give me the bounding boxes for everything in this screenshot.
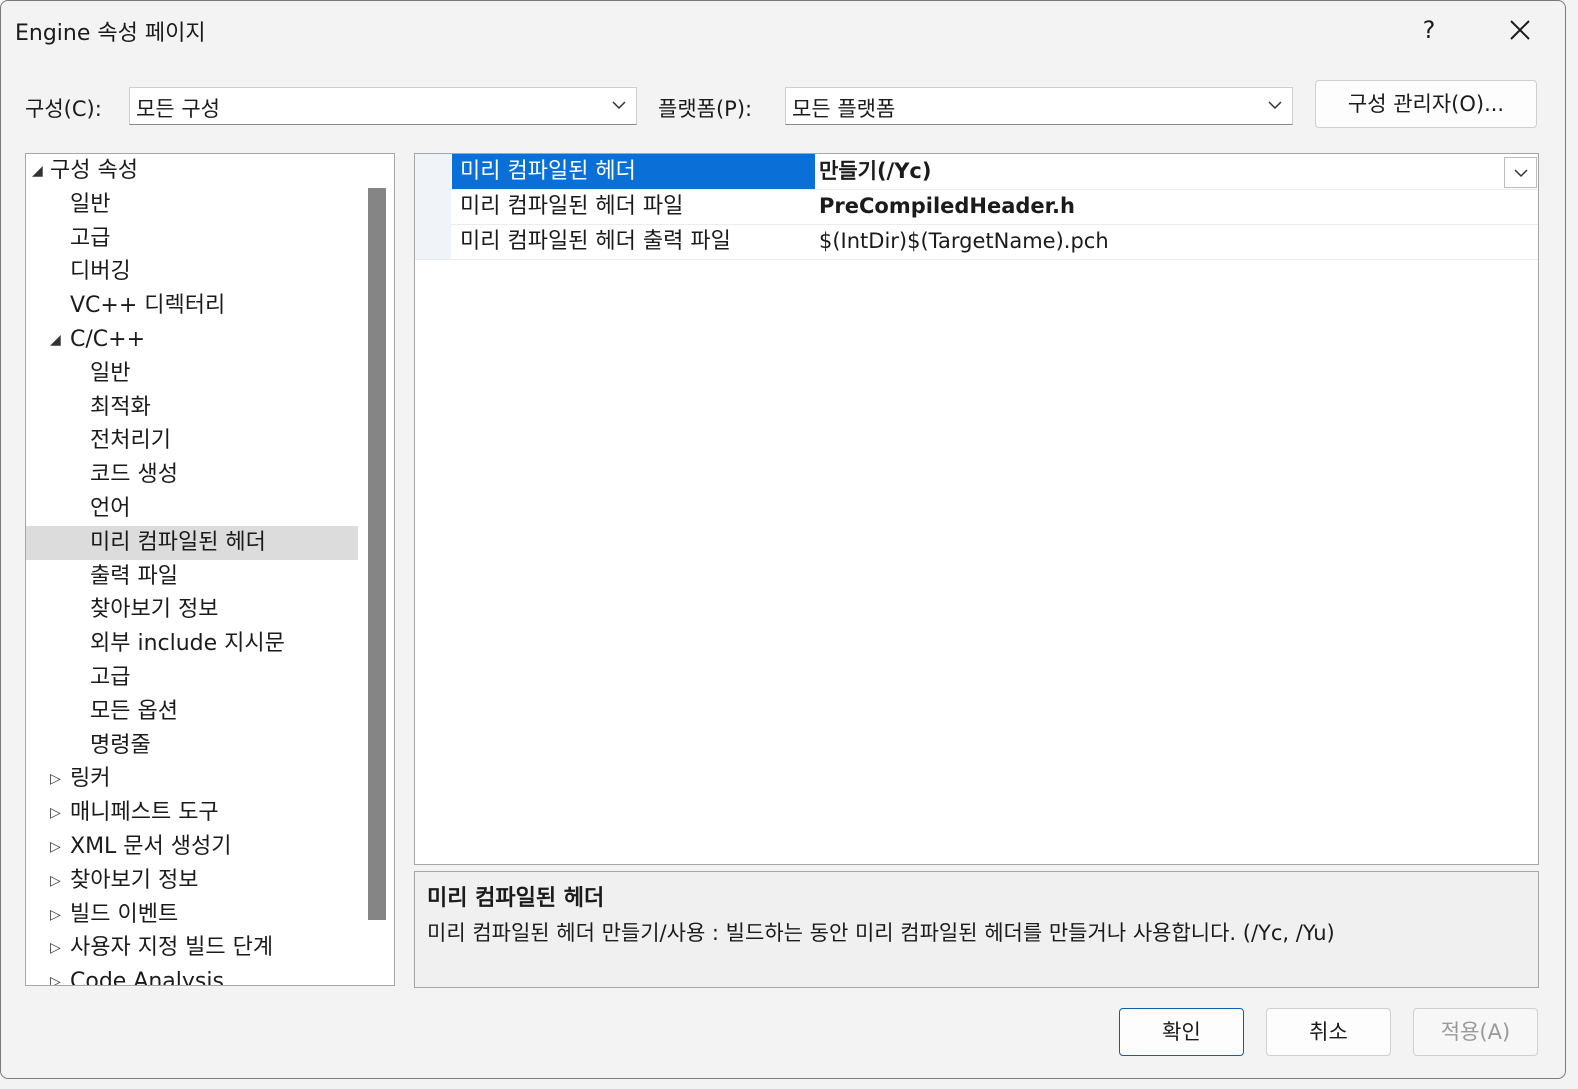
tree-item[interactable]: 디버깅	[26, 255, 358, 289]
tree-item[interactable]: ▷ 사용자 지정 빌드 단계	[26, 931, 358, 965]
close-button[interactable]	[1491, 9, 1549, 51]
tree-item[interactable]: ▷ 찾아보기 정보	[26, 864, 358, 898]
tree-item[interactable]: ▷ 빌드 이벤트	[26, 898, 358, 932]
chevron-down-icon	[1268, 101, 1282, 110]
expand-arrow-icon[interactable]: ▷	[50, 864, 64, 898]
tree-item-label: XML 문서 생성기	[70, 834, 232, 859]
expand-arrow-icon[interactable]: ▷	[50, 965, 64, 985]
help-button[interactable]: ?	[1401, 9, 1457, 51]
tree-item-label: 전처리기	[90, 428, 171, 454]
config-label: 구성(C):	[25, 97, 102, 121]
config-select-value: 모든 구성	[136, 97, 220, 121]
collapse-arrow-icon[interactable]: ◢	[50, 323, 64, 357]
tree-item[interactable]: 언어	[26, 492, 358, 526]
config-select[interactable]: 모든 구성	[129, 87, 637, 125]
tree-item[interactable]: 전처리기	[26, 424, 358, 458]
tree-item[interactable]: 고급	[26, 222, 358, 256]
value-dropdown-button[interactable]	[1504, 157, 1537, 188]
tree-item[interactable]: 미리 컴파일된 헤더	[26, 525, 358, 560]
tree-item-label: 외부 include 지시문	[90, 631, 285, 657]
expand-arrow-icon[interactable]: ▷	[50, 931, 64, 965]
tree-item-label: 매니페스트 도구	[70, 800, 219, 826]
cancel-button[interactable]: 취소	[1266, 1008, 1391, 1056]
tree-item[interactable]: VC++ 디렉터리	[26, 289, 358, 323]
ok-button[interactable]: 확인	[1119, 1008, 1244, 1056]
expand-arrow-icon[interactable]: ▷	[50, 796, 64, 830]
property-name: 미리 컴파일된 헤더	[452, 154, 815, 189]
row-gutter	[415, 224, 451, 259]
property-pages-dialog: Engine 속성 페이지 ? 구성(C): 모든 구성 플랫폼(P): 모든 …	[0, 0, 1566, 1079]
property-name: 미리 컴파일된 헤더 파일	[460, 194, 684, 219]
tree-item-label: 출력 파일	[90, 563, 178, 589]
tree-item[interactable]: 일반	[26, 188, 358, 222]
property-value: PreCompiledHeader.h	[819, 194, 1075, 218]
expand-arrow-icon[interactable]: ▷	[50, 762, 64, 796]
tree-item-label: 링커	[70, 766, 111, 792]
property-row-pch[interactable]: 미리 컴파일된 헤더 만들기(/Yc)	[415, 154, 1538, 190]
chevron-down-icon	[612, 101, 626, 110]
window-title: Engine 속성 페이지	[15, 21, 206, 46]
tree-item-label: C/C++	[70, 327, 146, 352]
description-text: 미리 컴파일된 헤더 만들기/사용 : 빌드하는 동안 미리 컴파일된 헤더를 …	[427, 921, 1335, 945]
tree-item-label: 언어	[90, 496, 131, 521]
tree-item[interactable]: 찾아보기 정보	[26, 593, 358, 627]
tree-item-label: 찾아보기 정보	[90, 597, 219, 623]
tree-item-label: 모든 옵션	[90, 698, 178, 724]
description-panel: 미리 컴파일된 헤더 미리 컴파일된 헤더 만들기/사용 : 빌드하는 동안 미…	[414, 871, 1539, 988]
title-bar: Engine 속성 페이지 ?	[1, 1, 1565, 59]
row-gutter	[415, 154, 451, 189]
tree-item-label: 일반	[90, 360, 131, 386]
tree-item[interactable]: ▷ 매니페스트 도구	[26, 796, 358, 830]
config-manager-button[interactable]: 구성 관리자(O)...	[1315, 80, 1537, 128]
description-title: 미리 컴파일된 헤더	[427, 886, 605, 911]
collapse-arrow-icon[interactable]: ◢	[32, 154, 46, 188]
tree-scrollbar[interactable]	[368, 188, 386, 920]
close-icon	[1510, 20, 1530, 40]
tree-item-label: 고급	[90, 665, 131, 690]
tree-item-label: 코드 생성	[90, 462, 178, 488]
tree-item-label: 찾아보기 정보	[70, 867, 199, 893]
tree-item[interactable]: ◢ C/C++	[26, 323, 358, 357]
tree-item-label: 디버깅	[70, 259, 131, 285]
tree-item-label: 고급	[70, 225, 111, 251]
apply-button[interactable]: 적용(A)	[1413, 1008, 1538, 1056]
tree-item[interactable]: ▷ 링커	[26, 762, 358, 796]
property-row-pch-output[interactable]: 미리 컴파일된 헤더 출력 파일 $(IntDir)$(TargetName).…	[415, 224, 1538, 260]
tree-item[interactable]: 명령줄	[26, 729, 358, 763]
tree-item-label: 미리 컴파일된 헤더	[90, 529, 266, 555]
platform-label: 플랫폼(P):	[658, 97, 753, 121]
tree-item[interactable]: 고급	[26, 661, 358, 695]
tree-item-label: 사용자 지정 빌드 단계	[70, 935, 274, 961]
tree-item[interactable]: 모든 옵션	[26, 695, 358, 729]
tree-item[interactable]: 외부 include 지시문	[26, 627, 358, 661]
tree-item-label: 일반	[70, 191, 111, 217]
tree-item[interactable]: 코드 생성	[26, 458, 358, 492]
tree-item-label: Code Analysis	[70, 969, 224, 986]
chevron-down-icon	[1514, 169, 1528, 178]
tree-item[interactable]: 최적화	[26, 391, 358, 425]
property-tree: ◢ 구성 속성 일반 고급 디버깅 VC++ 디렉터리 ◢ C/C++ 일반 최적화 전처리기 코드 …	[25, 153, 395, 986]
tree-item-label: VC++ 디렉터리	[70, 293, 226, 319]
property-row-pch-file[interactable]: 미리 컴파일된 헤더 파일 PreCompiledHeader.h	[415, 189, 1538, 225]
property-value: 만들기(/Yc)	[819, 159, 932, 183]
tree-item[interactable]: 일반	[26, 357, 358, 391]
property-name: 미리 컴파일된 헤더 출력 파일	[460, 229, 731, 254]
tree-item-label: 구성 속성	[50, 158, 138, 183]
expand-arrow-icon[interactable]: ▷	[50, 898, 64, 932]
tree-item-label: 최적화	[90, 394, 151, 420]
tree-item-label: 빌드 이벤트	[70, 901, 179, 927]
tree-item[interactable]: 출력 파일	[26, 560, 358, 594]
tree-item[interactable]: ▷ Code Analysis	[26, 965, 358, 986]
expand-arrow-icon[interactable]: ▷	[50, 830, 64, 864]
tree-item-label: 명령줄	[90, 732, 151, 758]
property-grid: 미리 컴파일된 헤더 만들기(/Yc) 미리 컴파일된 헤더 파일 PreCom…	[414, 153, 1539, 865]
row-gutter	[415, 189, 451, 224]
tree-item[interactable]: ▷ XML 문서 생성기	[26, 830, 358, 864]
platform-select-value: 모든 플랫폼	[792, 97, 896, 121]
tree-item[interactable]: ◢ 구성 속성	[26, 154, 358, 188]
property-value: $(IntDir)$(TargetName).pch	[819, 229, 1109, 253]
platform-select[interactable]: 모든 플랫폼	[785, 87, 1293, 125]
